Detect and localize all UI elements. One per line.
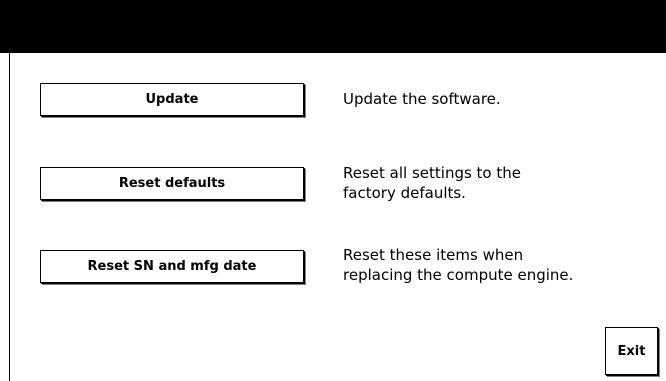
reset-sn-mfg-date-description-line-1: Reset these items when <box>343 246 524 264</box>
reset-defaults-button[interactable]: Reset defaults <box>40 167 304 200</box>
title-bar <box>0 0 666 53</box>
reset-defaults-description: Reset all settings to the factory defaul… <box>343 163 521 203</box>
update-button[interactable]: Update <box>40 83 304 116</box>
reset-defaults-description-line-1: Reset all settings to the <box>343 164 521 182</box>
reset-sn-mfg-date-description-line-2: replacing the compute engine. <box>343 266 574 284</box>
reset-defaults-description-line-2: factory defaults. <box>343 184 466 202</box>
update-description-line: Update the software. <box>343 90 501 108</box>
reset-sn-mfg-date-button[interactable]: Reset SN and mfg date <box>40 250 304 283</box>
window-frame-left <box>9 53 10 381</box>
reset-sn-mfg-date-description: Reset these items when replacing the com… <box>343 245 573 285</box>
update-description: Update the software. <box>343 89 501 109</box>
exit-button[interactable]: Exit <box>605 327 658 375</box>
